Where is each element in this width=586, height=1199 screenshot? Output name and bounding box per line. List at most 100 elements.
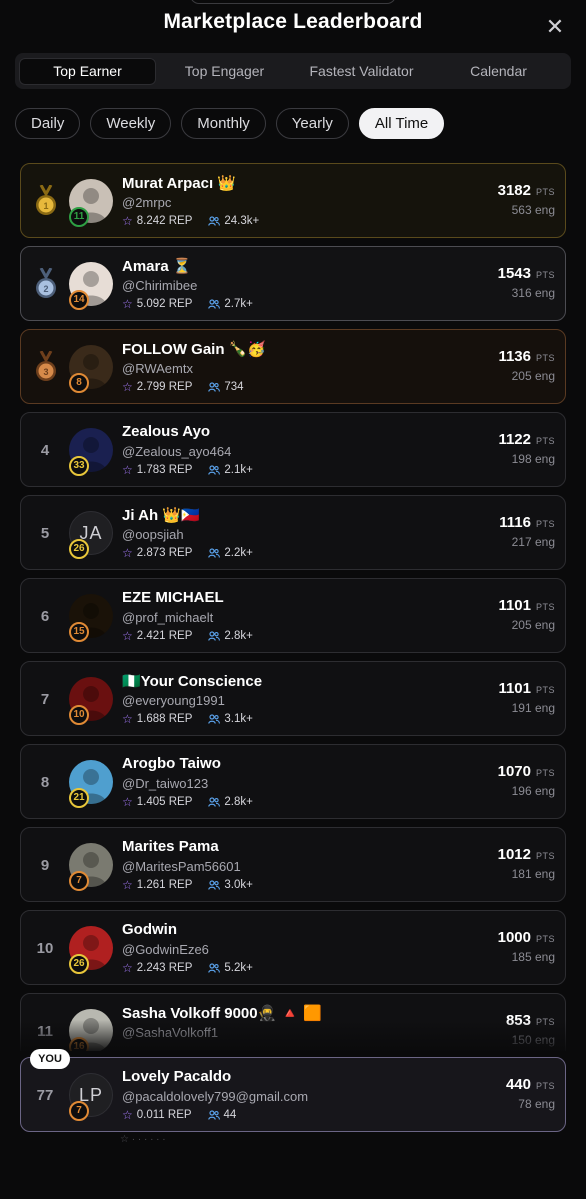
rep-value: 5.092 REP	[136, 298, 193, 310]
engagement-value: 217 eng	[511, 535, 555, 549]
engagement-unit: eng	[534, 867, 555, 881]
level-badge: 21	[69, 788, 89, 808]
points-unit: PTS	[535, 851, 555, 861]
leaderboard-row[interactable]: 1 11 Murat Arpacı 👑 @2mrpc ☆ 8.242 REP 2…	[20, 163, 566, 238]
score-box: 1136 PTS 205 eng	[498, 348, 555, 383]
engagement-unit: eng	[534, 286, 555, 300]
level-badge: 26	[69, 539, 89, 559]
engagement-value: 205 eng	[511, 369, 555, 383]
star-icon: ☆	[122, 629, 133, 643]
points-unit: PTS	[535, 768, 555, 778]
user-handle: @prof_michaelt	[122, 610, 214, 625]
list-tail: ☆ · · · · · ·	[120, 1134, 166, 1145]
score-box: 1543 PTS 316 eng	[498, 265, 555, 300]
points-unit: PTS	[535, 353, 555, 363]
rep-value: 1.405 REP	[136, 796, 193, 808]
user-name: Godwin	[122, 921, 177, 938]
leaderboard-row[interactable]: 3 8 FOLLOW Gain 🍾🥳 @RWAemtx ☆ 2.799 REP …	[20, 329, 566, 404]
users-icon	[208, 382, 221, 392]
engagement-value: 191 eng	[511, 701, 555, 715]
points-unit: PTS	[535, 519, 555, 529]
tab-top-engager[interactable]: Top Engager	[156, 58, 293, 85]
user-name: Murat Arpacı 👑	[122, 175, 236, 192]
user-stats: ☆ 2.243 REP 5.2k+	[122, 961, 253, 975]
users-icon	[208, 299, 221, 309]
user-name: Lovely Pacaldo	[122, 1068, 232, 1085]
user-handle: @Zealous_ayo464	[122, 444, 232, 459]
score-box: 1116 PTS 217 eng	[499, 514, 555, 549]
level-badge: 8	[69, 373, 89, 393]
star-icon: ☆	[122, 795, 133, 809]
rep-value: 2.873 REP	[136, 547, 193, 559]
score-box: 440 PTS 78 eng	[506, 1076, 555, 1111]
tab-top-earner[interactable]: Top Earner	[19, 57, 156, 85]
star-icon: ☆	[122, 214, 133, 228]
leaderboard-row[interactable]: 10 26 Godwin @GodwinEze6 ☆ 2.243 REP 5.2…	[20, 910, 566, 985]
followers-value: 5.2k+	[224, 962, 253, 974]
user-handle: @Dr_taiwo123	[122, 776, 209, 791]
leaderboard-row[interactable]: 7 10 🇳🇬Your Conscience @everyoung1991 ☆ …	[20, 661, 566, 736]
user-name: Marites Pama	[122, 838, 219, 855]
engagement-unit: eng	[534, 784, 555, 798]
user-handle: @Chirimibee	[122, 278, 198, 293]
leaderboard-row[interactable]: 4 33 Zealous Ayo @Zealous_ayo464 ☆ 1.783…	[20, 412, 566, 487]
level-badge: 7	[69, 1101, 89, 1121]
followers-value: 734	[224, 381, 244, 393]
period-daily[interactable]: Daily	[15, 108, 81, 139]
rep-value: 8.242 REP	[136, 215, 193, 227]
rank-number: 10	[36, 940, 54, 957]
user-stats: ☆ 1.261 REP 3.0k+	[122, 878, 253, 892]
level-badge: 26	[69, 954, 89, 974]
points-unit: PTS	[535, 934, 555, 944]
user-name: Zealous Ayo	[122, 423, 211, 440]
rep-value: 1.783 REP	[136, 464, 193, 476]
page-title: Marketplace Leaderboard	[163, 10, 423, 33]
leaderboard-list[interactable]: 1 11 Murat Arpacı 👑 @2mrpc ☆ 8.242 REP 2…	[20, 163, 566, 1051]
engagement-unit: eng	[534, 452, 555, 466]
points-value: 1101 PTS	[498, 680, 555, 697]
users-icon	[208, 963, 221, 973]
leaderboard-row[interactable]: 9 7 Marites Pama @MaritesPam56601 ☆ 1.26…	[20, 827, 566, 902]
followers-value: 2.8k+	[224, 630, 253, 642]
points-unit: PTS	[535, 270, 555, 280]
points-value: 1543 PTS	[497, 265, 555, 282]
users-icon	[208, 465, 221, 475]
score-box: 1000 PTS 185 eng	[498, 929, 555, 964]
period-yearly[interactable]: Yearly	[275, 108, 349, 139]
period-monthly[interactable]: Monthly	[181, 108, 266, 139]
period-weekly[interactable]: Weekly	[90, 108, 172, 139]
sheet-handle	[190, 0, 396, 4]
medal-icon: 3	[36, 351, 56, 381]
tab-fastest-validator[interactable]: Fastest Validator	[293, 58, 430, 85]
score-box: 1101 PTS 191 eng	[498, 680, 555, 715]
user-stats: ☆ 8.242 REP 24.3k+	[122, 214, 259, 228]
current-user-row[interactable]: 77 LP 7 Lovely Pacaldo @pacaldolovely799…	[20, 1057, 566, 1132]
user-handle: @RWAemtx	[122, 361, 193, 376]
engagement-unit: eng	[534, 1097, 555, 1111]
users-icon	[208, 714, 221, 724]
user-name: EZE MICHAEL	[122, 589, 224, 606]
points-unit: PTS	[535, 602, 555, 612]
close-icon[interactable]: ✕	[544, 16, 566, 38]
level-badge: 14	[69, 290, 89, 310]
user-stats: ☆ 1.405 REP 2.8k+	[122, 795, 253, 809]
followers-value: 3.0k+	[224, 879, 253, 891]
points-value: 1116 PTS	[499, 514, 555, 531]
period-all-time[interactable]: All Time	[358, 108, 445, 139]
engagement-value: 196 eng	[511, 784, 555, 798]
list-fade	[20, 1020, 566, 1052]
leaderboard-tabs: Top Earner Top Engager Fastest Validator…	[15, 53, 571, 89]
users-icon	[208, 797, 221, 807]
user-stats: ☆ 2.873 REP 2.2k+	[122, 546, 253, 560]
leaderboard-row[interactable]: 5 JA 26 Ji Ah 👑🇵🇭 @oopsjiah ☆ 2.873 REP 2.…	[20, 495, 566, 570]
star-icon: ☆	[122, 1108, 133, 1122]
leaderboard-row[interactable]: 8 21 Arogbo Taiwo @Dr_taiwo123 ☆ 1.405 R…	[20, 744, 566, 819]
leaderboard-row[interactable]: 2 14 Amara ⏳ @Chirimibee ☆ 5.092 REP 2.7…	[20, 246, 566, 321]
star-icon: ☆	[122, 961, 133, 975]
leaderboard-row[interactable]: 6 15 EZE MICHAEL @prof_michaelt ☆ 2.421 …	[20, 578, 566, 653]
rep-value: 2.799 REP	[136, 381, 193, 393]
tab-calendar[interactable]: Calendar	[430, 58, 567, 85]
rank-number: 6	[40, 608, 50, 625]
star-icon: ☆	[122, 712, 133, 726]
engagement-unit: eng	[534, 950, 555, 964]
